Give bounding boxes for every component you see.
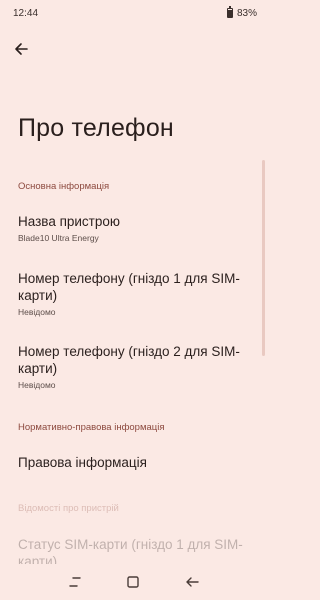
battery-icon bbox=[226, 6, 233, 18]
phone-sim1-title: Номер телефону (гніздо 1 для SIM-карти) bbox=[18, 271, 240, 303]
section-header-regulatory: Нормативно-правова інформація bbox=[18, 422, 165, 433]
section-header-device-info: Відомості про пристрій bbox=[18, 503, 119, 514]
back-icon bbox=[186, 577, 199, 587]
device-name-title: Назва пристрою bbox=[18, 214, 121, 229]
status-bar: 12:44 83% bbox=[0, 0, 267, 26]
status-icons: 83% bbox=[226, 6, 257, 19]
battery-percent: 83% bbox=[236, 7, 257, 19]
section-header-basic: Основна інформація bbox=[18, 181, 110, 192]
nav-back-button[interactable] bbox=[181, 571, 203, 593]
phone-sim1-value: Невідомо bbox=[18, 307, 56, 317]
page-title: Про телефон bbox=[18, 114, 174, 142]
navigation-bar bbox=[0, 564, 267, 600]
back-button[interactable] bbox=[10, 38, 32, 60]
scrollbar[interactable] bbox=[262, 160, 265, 356]
recents-icon bbox=[69, 577, 81, 587]
device-name-value: Blade10 Ultra Energy bbox=[18, 233, 99, 243]
legal-info-title: Правова інформація bbox=[18, 455, 147, 470]
phone-sim2-title: Номер телефону (гніздо 2 для SIM-карти) bbox=[18, 344, 240, 376]
arrow-left-icon bbox=[15, 43, 28, 55]
status-time: 12:44 bbox=[13, 7, 39, 19]
recents-button[interactable] bbox=[64, 571, 86, 593]
legal-info-item[interactable]: Правова інформація bbox=[18, 454, 253, 471]
home-button[interactable] bbox=[122, 571, 144, 593]
phone-sim2-item[interactable]: Номер телефону (гніздо 2 для SIM-карти) … bbox=[18, 343, 253, 390]
phone-sim1-item[interactable]: Номер телефону (гніздо 1 для SIM-карти) … bbox=[18, 270, 253, 317]
home-icon bbox=[127, 576, 140, 588]
device-name-item[interactable]: Назва пристрою Blade10 Ultra Energy bbox=[18, 213, 253, 243]
phone-sim2-value: Невідомо bbox=[18, 380, 56, 390]
